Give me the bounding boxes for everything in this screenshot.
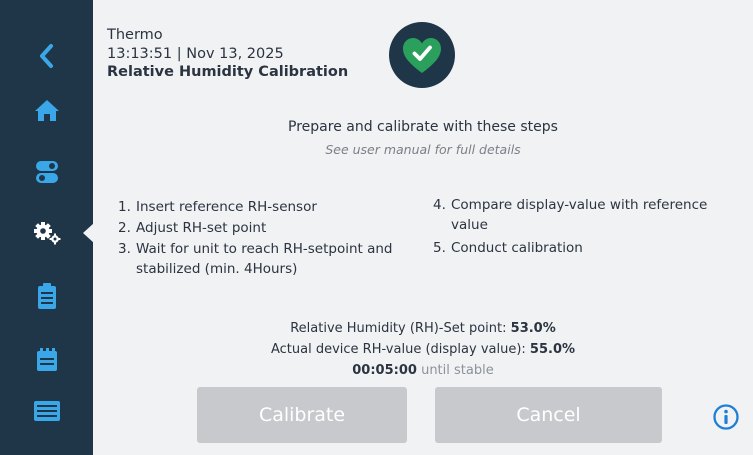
- nav-schedule[interactable]: [0, 338, 93, 382]
- timer-row: 00:05:00 until stable: [93, 360, 753, 381]
- stability-timer: 00:05:00: [352, 363, 417, 378]
- nav-log[interactable]: [0, 274, 93, 318]
- step-text: Insert reference RH-sensor: [136, 199, 317, 215]
- header: Thermo 13:13:51 | Nov 13, 2025 Relative …: [107, 26, 348, 82]
- actual-row: Actual device RH-value (display value): …: [93, 339, 753, 360]
- step-number: 2.: [118, 220, 131, 236]
- step-item: 3. Wait for unit to reach RH-setpoint an…: [118, 239, 423, 279]
- setpoint-value: 53.0%: [510, 321, 556, 336]
- instructions-subheading: See user manual for full details: [325, 142, 521, 157]
- info-icon[interactable]: [712, 403, 740, 431]
- heart-check-icon: [389, 22, 455, 88]
- nav-display[interactable]: [0, 389, 93, 433]
- page-title: Relative Humidity Calibration: [107, 64, 349, 80]
- settings-gears-icon: [33, 222, 60, 245]
- nav-home[interactable]: [0, 88, 93, 132]
- nav-settings[interactable]: [0, 211, 93, 255]
- readings: Relative Humidity (RH)-Set point: 53.0% …: [93, 318, 753, 381]
- datetime: 13:13:51 | Nov 13, 2025: [107, 45, 284, 62]
- step-text: Wait for unit to reach RH-setpoint and s…: [136, 241, 393, 277]
- main-content: Thermo 13:13:51 | Nov 13, 2025 Relative …: [93, 0, 753, 455]
- actual-label: Actual device RH-value (display value):: [270, 342, 526, 357]
- timer-suffix: until stable: [421, 363, 494, 378]
- cancel-button[interactable]: Cancel: [435, 387, 662, 443]
- calibrate-button[interactable]: Calibrate: [197, 387, 407, 443]
- instructions-intro: Prepare and calibrate with these steps S…: [93, 119, 753, 157]
- step-text: Compare display-value with reference val…: [451, 197, 708, 233]
- toggle-switches-icon: [35, 161, 58, 183]
- step-item: 4. Compare display-value with reference …: [433, 195, 733, 235]
- step-number: 1.: [118, 199, 131, 215]
- sidebar: [0, 0, 94, 455]
- calendar-icon: [36, 348, 57, 371]
- screen-icon: [33, 401, 60, 421]
- step-number: 3.: [118, 241, 131, 257]
- clipboard-icon: [37, 283, 56, 309]
- steps-list-left: 1. Insert reference RH-sensor 2. Adjust …: [118, 197, 423, 280]
- step-item: 5. Conduct calibration: [433, 238, 733, 258]
- step-number: 4.: [433, 197, 446, 213]
- step-text: Adjust RH-set point: [136, 220, 267, 236]
- step-number: 5.: [433, 240, 446, 256]
- back-button[interactable]: [0, 34, 93, 78]
- instructions-heading: Prepare and calibrate with these steps: [288, 119, 558, 135]
- back-arrow-icon: [39, 44, 53, 68]
- step-item: 1. Insert reference RH-sensor: [118, 197, 423, 217]
- steps-list-right: 4. Compare display-value with reference …: [433, 195, 733, 261]
- step-text: Conduct calibration: [451, 240, 583, 256]
- setpoint-row: Relative Humidity (RH)-Set point: 53.0%: [93, 318, 753, 339]
- setpoint-label: Relative Humidity (RH)-Set point:: [290, 321, 507, 336]
- home-icon: [34, 100, 59, 121]
- actual-value: 55.0%: [529, 342, 576, 357]
- step-item: 2. Adjust RH-set point: [118, 218, 423, 238]
- nav-controls[interactable]: [0, 150, 93, 194]
- app-name: Thermo: [107, 27, 163, 43]
